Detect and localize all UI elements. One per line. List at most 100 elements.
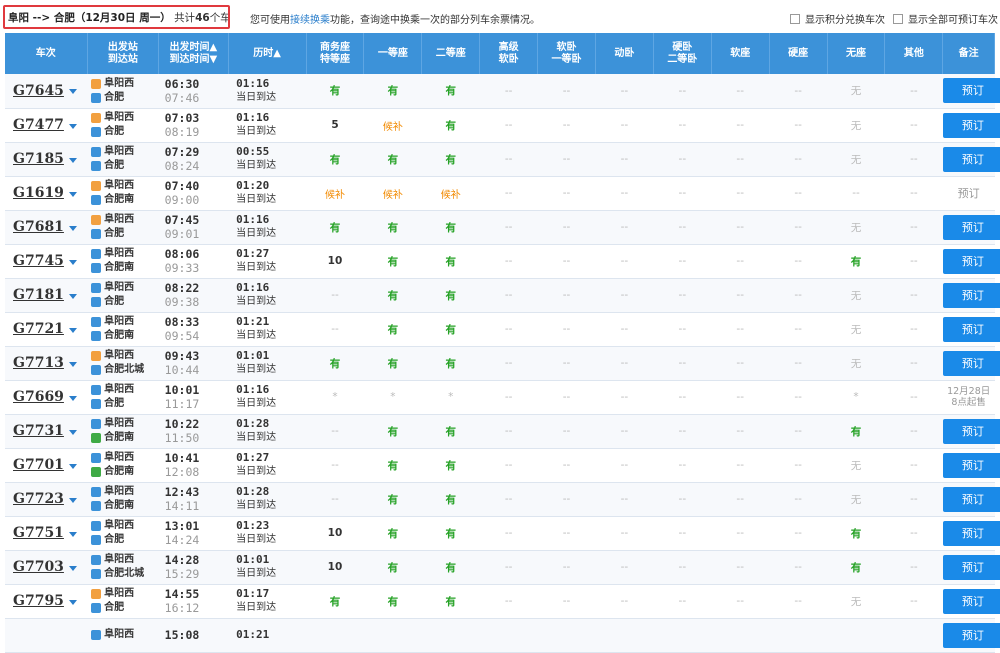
- train-cell[interactable]: G7477: [5, 108, 88, 143]
- seat-availability[interactable]: 有: [827, 244, 885, 279]
- seat-availability[interactable]: 有: [363, 244, 422, 279]
- train-number[interactable]: G7751: [13, 525, 64, 541]
- seat-availability[interactable]: 有: [363, 278, 422, 313]
- seat-availability[interactable]: 有: [363, 142, 422, 177]
- action-cell[interactable]: 预订: [942, 108, 1000, 143]
- points-checkbox[interactable]: 显示积分兑换车次: [790, 11, 885, 26]
- book-button[interactable]: 预订: [942, 418, 1000, 444]
- book-button[interactable]: 预订: [942, 316, 1000, 342]
- seat-availability[interactable]: 有: [421, 244, 480, 279]
- seat-availability[interactable]: 候补: [363, 176, 422, 211]
- chevron-down-icon[interactable]: [68, 327, 77, 333]
- checkbox-icon[interactable]: [790, 13, 800, 24]
- action-cell[interactable]: 预订: [942, 278, 1000, 313]
- train-number[interactable]: G7713: [13, 355, 64, 371]
- action-cell[interactable]: 预订: [942, 550, 1000, 585]
- chevron-down-icon[interactable]: [68, 565, 77, 571]
- train-number[interactable]: G7731: [13, 423, 64, 439]
- seat-availability[interactable]: 有: [421, 584, 480, 619]
- chevron-down-icon[interactable]: [68, 225, 77, 231]
- train-cell[interactable]: G7731: [5, 414, 88, 449]
- train-cell[interactable]: G7703: [5, 550, 88, 585]
- seat-availability[interactable]: 有: [363, 74, 422, 109]
- seat-availability[interactable]: 有: [827, 550, 885, 585]
- seat-availability[interactable]: 有: [363, 482, 422, 517]
- seat-availability[interactable]: 有: [421, 346, 480, 381]
- train-number[interactable]: G7645: [13, 83, 64, 99]
- chevron-down-icon[interactable]: [68, 191, 77, 197]
- train-number[interactable]: G7723: [13, 491, 64, 507]
- train-number[interactable]: G7477: [13, 117, 64, 133]
- book-button[interactable]: 预订: [942, 520, 1000, 546]
- seat-availability[interactable]: 有: [306, 584, 364, 619]
- seat-availability[interactable]: 有: [827, 516, 885, 551]
- train-number[interactable]: G7721: [13, 321, 64, 337]
- action-cell[interactable]: 预订: [942, 74, 1000, 109]
- chevron-down-icon[interactable]: [68, 429, 77, 435]
- seat-availability[interactable]: 有: [363, 210, 422, 245]
- train-number[interactable]: G7181: [13, 287, 64, 303]
- seat-availability[interactable]: 10: [306, 516, 364, 551]
- book-button[interactable]: 预订: [942, 146, 1000, 172]
- train-cell[interactable]: G1619: [5, 176, 88, 211]
- seat-availability[interactable]: 5: [306, 108, 364, 143]
- seat-availability[interactable]: 有: [421, 482, 480, 517]
- train-number[interactable]: G7745: [13, 253, 64, 269]
- train-cell[interactable]: G7751: [5, 516, 88, 551]
- seat-availability[interactable]: 有: [421, 74, 480, 109]
- train-cell[interactable]: [5, 618, 88, 653]
- action-cell[interactable]: 预订: [942, 584, 1000, 619]
- chevron-down-icon[interactable]: [68, 599, 77, 605]
- seat-availability[interactable]: 有: [421, 550, 480, 585]
- seat-availability[interactable]: 有: [421, 448, 480, 483]
- chevron-down-icon[interactable]: [68, 89, 77, 95]
- train-cell[interactable]: G7181: [5, 278, 88, 313]
- book-button[interactable]: 预订: [942, 78, 1000, 104]
- seat-availability[interactable]: 有: [363, 516, 422, 551]
- chevron-down-icon[interactable]: [68, 123, 77, 129]
- chevron-down-icon[interactable]: [68, 259, 77, 265]
- seat-availability[interactable]: 有: [363, 312, 422, 347]
- train-number[interactable]: G7703: [13, 559, 64, 575]
- action-cell[interactable]: 预订: [942, 244, 1000, 279]
- book-button[interactable]: 预订: [942, 554, 1000, 580]
- chevron-down-icon[interactable]: [68, 463, 77, 469]
- action-cell[interactable]: 预订: [942, 142, 1000, 177]
- seat-availability[interactable]: 有: [421, 142, 480, 177]
- book-button[interactable]: 预订: [942, 248, 1000, 274]
- transfer-link[interactable]: 接续换乘: [290, 15, 330, 26]
- book-button[interactable]: 预订: [942, 588, 1000, 614]
- book-button[interactable]: 预订: [942, 214, 1000, 240]
- seat-availability[interactable]: 10: [306, 550, 364, 585]
- seat-availability[interactable]: 有: [363, 346, 422, 381]
- train-cell[interactable]: G7721: [5, 312, 88, 347]
- train-number[interactable]: G1619: [13, 185, 64, 201]
- train-cell[interactable]: G7795: [5, 584, 88, 619]
- action-cell[interactable]: 预订: [942, 414, 1000, 449]
- train-cell[interactable]: G7745: [5, 244, 88, 279]
- chevron-down-icon[interactable]: [68, 531, 77, 537]
- action-cell[interactable]: 预订: [942, 312, 1000, 347]
- chevron-down-icon[interactable]: [68, 395, 77, 401]
- seat-availability[interactable]: 候补: [306, 176, 364, 211]
- seat-availability[interactable]: 有: [421, 414, 480, 449]
- train-number[interactable]: G7681: [13, 219, 64, 235]
- action-cell[interactable]: 预订: [942, 516, 1000, 551]
- seat-availability[interactable]: 有: [306, 142, 364, 177]
- seat-availability[interactable]: 有: [363, 584, 422, 619]
- checkbox-icon[interactable]: [893, 13, 903, 24]
- seat-availability[interactable]: 有: [363, 414, 422, 449]
- seat-availability[interactable]: 候补: [363, 108, 422, 143]
- seat-availability[interactable]: 有: [306, 74, 364, 109]
- train-cell[interactable]: G7723: [5, 482, 88, 517]
- train-cell[interactable]: G7681: [5, 210, 88, 245]
- seat-availability[interactable]: 有: [363, 550, 422, 585]
- train-cell[interactable]: G7185: [5, 142, 88, 177]
- seat-availability[interactable]: 有: [827, 414, 885, 449]
- seat-availability[interactable]: 有: [421, 312, 480, 347]
- seat-availability[interactable]: 有: [306, 210, 364, 245]
- train-cell[interactable]: G7669: [5, 380, 88, 415]
- book-button[interactable]: 预订: [942, 112, 1000, 138]
- book-button[interactable]: 预订: [942, 486, 1000, 512]
- seat-availability[interactable]: 10: [306, 244, 364, 279]
